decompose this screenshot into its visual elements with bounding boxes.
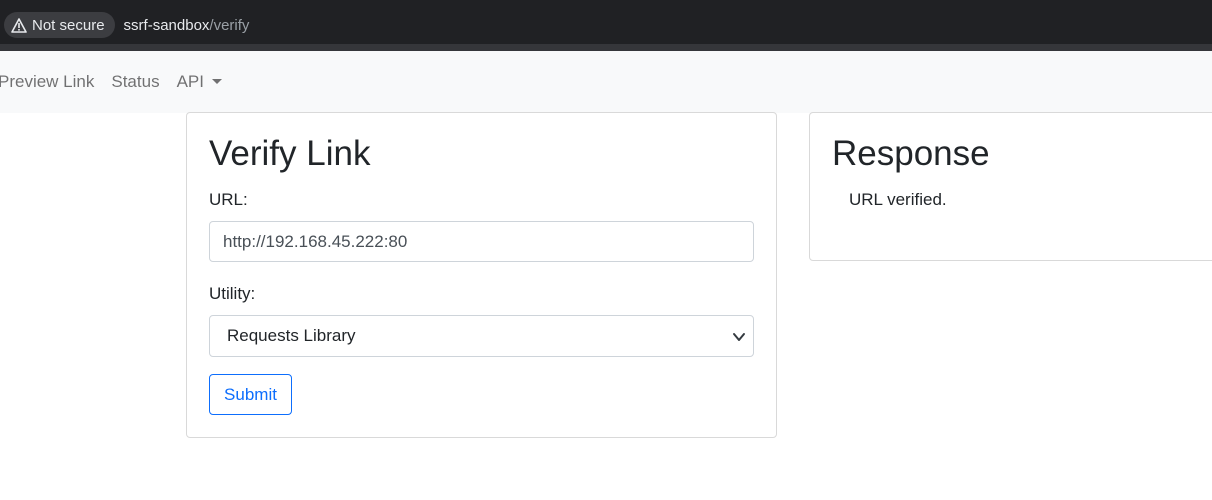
url-text[interactable]: ssrf-sandbox/verify — [124, 17, 250, 34]
response-message: URL verified. — [849, 190, 947, 209]
security-indicator[interactable]: Not secure — [4, 12, 115, 38]
navbar: Preview Link Status API — [0, 51, 1212, 113]
url-path: /verify — [209, 16, 250, 34]
response-card: Response URL verified. — [809, 112, 1212, 261]
browser-bottom-strip — [0, 44, 1212, 51]
address-bar[interactable]: Not secure ssrf-sandbox/verify — [0, 6, 1212, 44]
response-card-title: Response — [832, 134, 990, 173]
url-input[interactable] — [209, 221, 754, 262]
nav-link-api-dropdown[interactable]: API — [177, 72, 222, 92]
submit-button[interactable]: Submit — [209, 374, 292, 415]
nav-link-api-label: API — [176, 72, 204, 91]
utility-select[interactable]: Requests Library — [209, 315, 754, 357]
verify-card-title: Verify Link — [209, 134, 371, 173]
url-label: URL: — [209, 190, 248, 209]
nav-link-status[interactable]: Status — [111, 72, 159, 92]
verify-link-card: Verify Link URL: Utility: Requests Libra… — [186, 112, 777, 438]
warning-icon — [11, 17, 27, 33]
nav-link-preview-link[interactable]: Preview Link — [0, 72, 94, 92]
utility-label: Utility: — [209, 284, 256, 303]
caret-down-icon — [211, 78, 222, 84]
browser-bar: Not secure ssrf-sandbox/verify — [0, 0, 1212, 51]
security-label: Not secure — [32, 16, 105, 34]
url-host: ssrf-sandbox — [123, 16, 210, 34]
chevron-down-icon — [733, 333, 745, 341]
utility-selected-value: Requests Library — [227, 326, 356, 345]
